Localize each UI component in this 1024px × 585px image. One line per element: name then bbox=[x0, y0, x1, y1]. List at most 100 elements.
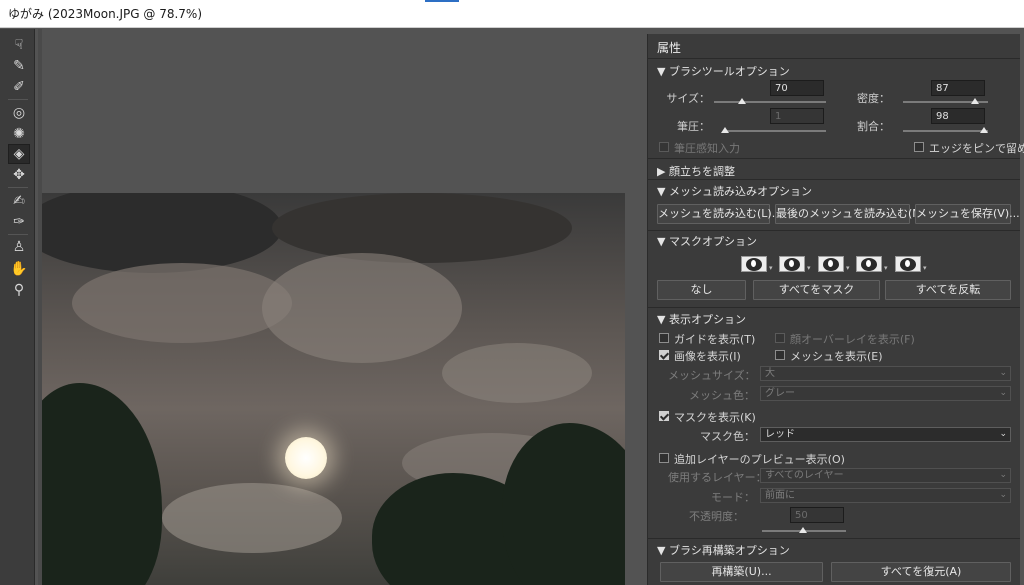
divider bbox=[648, 58, 1020, 59]
image-preview[interactable] bbox=[42, 193, 625, 585]
show-image-checkbox[interactable] bbox=[659, 350, 669, 360]
chevron-down-icon[interactable]: ▾ bbox=[807, 264, 811, 272]
reconstruct-tool-icon[interactable]: ✎ bbox=[8, 56, 30, 76]
pressure-label: 筆圧： bbox=[677, 120, 710, 133]
replace-selection-button[interactable] bbox=[741, 256, 767, 272]
chevron-down-icon[interactable]: ▾ bbox=[846, 264, 850, 272]
load-mesh-options-header[interactable]: ▼ メッシュ読み込みオプション bbox=[657, 183, 812, 199]
size-slider-track[interactable] bbox=[714, 101, 826, 103]
zoom-tool-icon[interactable]: ⚲ bbox=[8, 280, 30, 300]
lit-cloud bbox=[162, 483, 342, 553]
chevron-down-icon[interactable]: ▾ bbox=[769, 264, 773, 272]
face-aware-header[interactable]: ▶ 顔立ちを調整 bbox=[657, 163, 735, 179]
opacity-input[interactable]: 50 bbox=[790, 507, 844, 523]
face-tool-icon[interactable]: ♙ bbox=[8, 237, 30, 257]
show-guides-checkbox[interactable] bbox=[659, 333, 669, 343]
size-slider-thumb[interactable] bbox=[738, 98, 746, 104]
stylus-pressure-label: 筆圧感知入力 bbox=[674, 142, 740, 155]
mask-all-button[interactable]: すべてをマスク bbox=[753, 280, 880, 300]
mode-select[interactable]: 前面に ⌄ bbox=[760, 488, 1011, 503]
rate-label: 割合： bbox=[857, 120, 890, 133]
rate-slider-track[interactable] bbox=[903, 130, 988, 132]
twirl-tool-icon[interactable]: ◎ bbox=[8, 103, 30, 123]
restore-all-button[interactable]: すべてを復元(A) bbox=[831, 562, 1011, 582]
mesh-color-select[interactable]: グレー ⌄ bbox=[760, 386, 1011, 401]
pressure-slider-thumb[interactable] bbox=[721, 127, 729, 133]
rate-input[interactable]: 98 bbox=[931, 108, 985, 124]
reconstruct-button[interactable]: 再構築(U)... bbox=[660, 562, 823, 582]
save-mesh-button[interactable]: メッシュを保存(V)... bbox=[915, 204, 1020, 224]
brush-reconstruct-options-header[interactable]: ▼ ブラシ再構築オプション bbox=[657, 542, 790, 558]
show-backdrop-label: 追加レイヤーのプレビュー表示(O) bbox=[674, 453, 845, 466]
density-slider-thumb[interactable] bbox=[971, 98, 979, 104]
load-last-mesh-button[interactable]: 最後のメッシュを読み込む(M) bbox=[775, 204, 926, 224]
freeze-mask-tool-icon[interactable]: ✍ bbox=[8, 191, 30, 211]
invert-all-button[interactable]: すべてを反転 bbox=[885, 280, 1011, 300]
mask-color-label: マスク色： bbox=[700, 430, 755, 443]
use-layer-select[interactable]: すべてのレイヤー ⌄ bbox=[760, 468, 1011, 483]
push-left-tool-icon[interactable]: ✥ bbox=[8, 165, 30, 185]
window-title-bar: ゆがみ (2023Moon.JPG @ 78.7%) bbox=[0, 0, 1024, 28]
chevron-down-icon[interactable]: ▾ bbox=[884, 264, 888, 272]
opacity-label: 不透明度： bbox=[689, 510, 744, 523]
show-mesh-label: メッシュを表示(E) bbox=[790, 350, 883, 363]
lit-cloud bbox=[442, 343, 592, 403]
show-face-overlay-checkbox[interactable] bbox=[775, 333, 785, 343]
mesh-size-label: メッシュサイズ： bbox=[668, 369, 756, 382]
rate-slider-thumb[interactable] bbox=[980, 127, 988, 133]
show-backdrop-checkbox[interactable] bbox=[659, 453, 669, 463]
chevron-down-icon: ⌄ bbox=[999, 490, 1007, 500]
pin-edges-checkbox[interactable] bbox=[914, 142, 924, 152]
pressure-slider-track[interactable] bbox=[724, 130, 826, 132]
hand-tool-icon[interactable]: ✋ bbox=[8, 259, 30, 279]
title-accent-bar bbox=[425, 0, 459, 2]
tool-divider bbox=[8, 187, 28, 188]
pin-edges-label: エッジをピンで留める bbox=[929, 142, 1024, 155]
density-label: 密度： bbox=[857, 92, 890, 105]
mask-color-value: レッド bbox=[765, 429, 795, 440]
subtract-from-selection-button[interactable] bbox=[818, 256, 844, 272]
divider bbox=[648, 230, 1020, 231]
mask-mode-icon bbox=[861, 257, 877, 271]
use-layer-label: 使用するレイヤー： bbox=[668, 471, 767, 484]
show-mask-checkbox[interactable] bbox=[659, 411, 669, 421]
mask-none-button[interactable]: なし bbox=[657, 280, 746, 300]
show-mesh-checkbox[interactable] bbox=[775, 350, 785, 360]
divider bbox=[648, 538, 1020, 539]
divider bbox=[648, 307, 1020, 308]
lit-cloud bbox=[262, 253, 462, 363]
mask-mode-icon bbox=[784, 257, 800, 271]
chevron-down-icon: ⌄ bbox=[999, 388, 1007, 398]
dark-cloud bbox=[272, 193, 572, 263]
mask-color-select[interactable]: レッド ⌄ bbox=[760, 427, 1011, 442]
pucker-tool-icon[interactable]: ✺ bbox=[8, 124, 30, 144]
tool-divider bbox=[8, 234, 28, 235]
bloat-tool-icon[interactable]: ◈ bbox=[8, 144, 30, 164]
size-input[interactable]: 70 bbox=[770, 80, 824, 96]
brush-tool-options-header[interactable]: ▼ ブラシツールオプション bbox=[657, 63, 790, 79]
mesh-color-label: メッシュ色： bbox=[689, 389, 755, 402]
divider bbox=[648, 158, 1020, 159]
mode-label: モード： bbox=[711, 491, 755, 504]
stylus-pressure-checkbox[interactable] bbox=[659, 142, 669, 152]
load-mesh-button[interactable]: メッシュを読み込む(L)... bbox=[657, 204, 782, 224]
divider bbox=[648, 179, 1020, 180]
density-input[interactable]: 87 bbox=[931, 80, 985, 96]
tool-palette: ☟ ✎ ✐ ◎ ✺ ◈ ✥ ✍ ✑ ♙ ✋ ⚲ bbox=[0, 29, 35, 585]
invert-selection-button[interactable] bbox=[895, 256, 921, 272]
add-to-selection-button[interactable] bbox=[779, 256, 805, 272]
forward-warp-tool-icon[interactable]: ☟ bbox=[8, 35, 30, 55]
mesh-size-select[interactable]: 大 ⌄ bbox=[760, 366, 1011, 381]
pressure-input[interactable]: 1 bbox=[770, 108, 824, 124]
chevron-down-icon[interactable]: ▾ bbox=[923, 264, 927, 272]
smooth-tool-icon[interactable]: ✐ bbox=[8, 77, 30, 97]
intersect-selection-button[interactable] bbox=[856, 256, 882, 272]
thaw-mask-tool-icon[interactable]: ✑ bbox=[8, 212, 30, 232]
mask-mode-icon bbox=[823, 257, 839, 271]
view-options-header[interactable]: ▼ 表示オプション bbox=[657, 311, 746, 327]
mask-options-header[interactable]: ▼ マスクオプション bbox=[657, 233, 757, 249]
mode-value: 前面に bbox=[765, 490, 795, 501]
opacity-slider-thumb[interactable] bbox=[799, 527, 807, 533]
mesh-size-value: 大 bbox=[765, 368, 775, 379]
mesh-color-value: グレー bbox=[765, 388, 795, 399]
